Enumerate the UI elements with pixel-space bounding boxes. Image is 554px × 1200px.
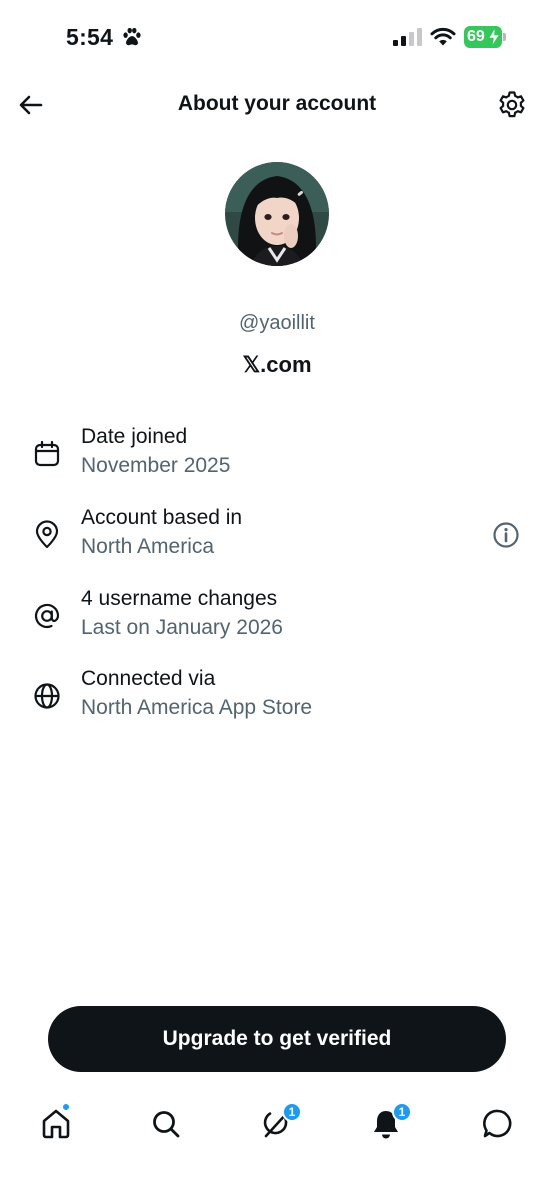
- site-label: 𝕏.com: [242, 352, 312, 377]
- calendar-icon: [34, 440, 60, 467]
- avatar: [225, 162, 329, 266]
- bottom-tab-bar: 1 1: [0, 1096, 554, 1156]
- info-row-connected-via: Connected via North America App Store: [0, 667, 554, 731]
- tab-home[interactable]: [38, 1103, 74, 1142]
- gear-icon[interactable]: [496, 89, 528, 121]
- row-subtitle: North America App Store: [81, 696, 313, 719]
- row-title: Date joined: [81, 425, 188, 448]
- battery-level: 69: [467, 28, 485, 45]
- charging-bolt-icon: [488, 28, 500, 46]
- battery-indicator: 69: [464, 26, 506, 48]
- info-row-date-joined: Date joined November 2025: [0, 425, 554, 489]
- info-icon[interactable]: [491, 520, 521, 550]
- notifications-badge: 1: [392, 1102, 412, 1122]
- row-title: 4 username changes: [81, 587, 278, 610]
- info-row-account-based-in: Account based in North America: [0, 506, 554, 570]
- globe-icon: [34, 683, 60, 709]
- location-pin-icon: [35, 520, 59, 549]
- status-bar: 5:54 69: [0, 0, 554, 70]
- info-row-username-changes: 4 username changes Last on January 2026: [0, 587, 554, 651]
- search-icon: [153, 1111, 180, 1138]
- chat-bubble-icon: [483, 1109, 512, 1138]
- username-handle: @yaoillit: [239, 312, 315, 334]
- at-sign-icon: [34, 603, 60, 629]
- avatar-photo: [225, 162, 329, 266]
- cellular-signal-icon: [393, 28, 422, 46]
- row-subtitle: Last on January 2026: [81, 616, 283, 639]
- tab-grok[interactable]: 1: [258, 1102, 302, 1142]
- row-subtitle: North America: [81, 535, 215, 558]
- grok-badge: 1: [282, 1102, 302, 1122]
- status-time: 5:54: [66, 24, 114, 50]
- home-new-dot: [62, 1103, 70, 1111]
- header: About your account: [0, 78, 554, 134]
- row-title: Account based in: [81, 506, 243, 529]
- tab-search[interactable]: [148, 1106, 184, 1142]
- home-icon: [42, 1109, 70, 1139]
- paw-icon: [123, 27, 141, 46]
- row-title: Connected via: [81, 667, 216, 690]
- tab-notifications[interactable]: 1: [368, 1102, 412, 1142]
- tab-messages[interactable]: [480, 1106, 516, 1142]
- upgrade-verified-button[interactable]: Upgrade to get verified: [48, 1006, 506, 1072]
- page-title: About your account: [177, 92, 377, 115]
- row-subtitle: November 2025: [81, 454, 231, 477]
- wifi-icon: [430, 27, 456, 46]
